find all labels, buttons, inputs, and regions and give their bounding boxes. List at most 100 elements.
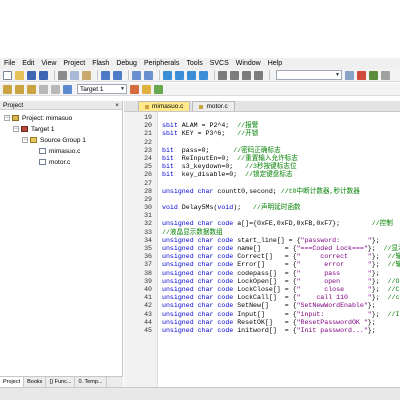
expand-toggle-icon[interactable]: − [4, 115, 10, 121]
line-number: 38 [144, 269, 152, 277]
code-line: 29 [124, 196, 400, 204]
new-file-icon[interactable] [3, 70, 12, 80]
code-text: unsigned char code LockCall[] = {" call … [162, 294, 400, 302]
find-in-files-icon[interactable] [345, 70, 354, 80]
code-text: unsigned char code ResetOK[] = {"ResetPa… [162, 318, 376, 326]
menu-peripherals[interactable]: Peripherals [144, 60, 179, 67]
bookmark-prev-icon[interactable] [175, 70, 184, 80]
menu-edit[interactable]: Edit [22, 60, 34, 67]
uncomment-icon[interactable] [254, 70, 263, 80]
code-text: //液晶显示数据数组 [162, 228, 223, 236]
code-editor: mimasuo.c motor.c 19 20 sbit ALAM = P2^4; /… [124, 101, 400, 387]
line-number: 22 [144, 138, 152, 146]
tree-item[interactable]: − Project: mimasuo [4, 113, 72, 123]
menu-tools[interactable]: Tools [186, 60, 202, 67]
menu-project[interactable]: Project [63, 60, 85, 67]
redo-icon[interactable] [113, 70, 122, 80]
target-options-icon[interactable] [130, 84, 139, 94]
bookmark-icon[interactable] [163, 70, 172, 80]
close-icon[interactable]: × [115, 102, 119, 109]
panel-tab[interactable]: {} Func... [46, 377, 76, 387]
code-line: 26 bit key_disable=0; //锁定键盘标志 [124, 171, 400, 179]
code-line: 21 sbit KEY = P3^6; //开锁 [124, 130, 400, 138]
line-number: 25 [144, 163, 152, 171]
menu-help[interactable]: Help [268, 60, 282, 67]
folder-icon [30, 137, 37, 143]
open-folder-icon[interactable] [15, 70, 24, 80]
expand-toggle-icon[interactable]: − [13, 126, 19, 132]
copy-icon[interactable] [70, 70, 79, 80]
editor-tab-label: mimasuo.c [152, 103, 184, 110]
menu-flash[interactable]: Flash [92, 60, 109, 67]
target-select[interactable]: Target 1 ▼ [77, 84, 127, 94]
target-icon [21, 126, 28, 132]
line-number: 39 [144, 277, 152, 285]
line-number: 36 [144, 253, 152, 261]
line-number: 41 [144, 294, 152, 302]
translate-icon[interactable] [3, 84, 12, 94]
bookmark-next-icon[interactable] [187, 70, 196, 80]
tree-item[interactable]: motor.c [31, 157, 70, 167]
nav-back-icon[interactable] [132, 70, 141, 80]
line-number: 21 [144, 130, 152, 138]
batch-build-icon[interactable] [39, 84, 48, 94]
menu-debug[interactable]: Debug [116, 60, 137, 67]
tree-item[interactable]: mimasuo.c [31, 146, 80, 156]
debug-start-icon[interactable] [357, 70, 366, 80]
line-number: 34 [144, 236, 152, 244]
tree-item[interactable]: − Target 1 [13, 124, 55, 134]
download-icon[interactable] [63, 84, 72, 94]
manage-project-icon[interactable] [142, 84, 151, 94]
undo-icon[interactable] [101, 70, 110, 80]
menu-file[interactable]: File [4, 60, 15, 67]
line-number: 45 [144, 326, 152, 334]
menu-svcs[interactable]: SVCS [210, 60, 229, 67]
panel-tab[interactable]: 0. Temp... [75, 377, 107, 387]
config-icon[interactable] [369, 70, 378, 80]
target-select-value: Target 1 [80, 85, 104, 93]
indent-icon[interactable] [218, 70, 227, 80]
line-number: 32 [144, 220, 152, 228]
editor-tab[interactable]: motor.c [192, 101, 235, 111]
unindent-icon[interactable] [230, 70, 239, 80]
find-combo[interactable]: ▼ [276, 70, 342, 80]
line-number: 26 [144, 171, 152, 179]
line-number: 24 [144, 154, 152, 162]
code-line: 30 void Delay5Ms(void); //声明延时函数 [124, 204, 400, 212]
stop-build-icon[interactable] [51, 84, 60, 94]
menu-view[interactable]: View [41, 60, 56, 67]
nav-forward-icon[interactable] [144, 70, 153, 80]
panel-tab[interactable]: Books [24, 377, 47, 387]
code-text: bit ReInputEn=0; //重置输入允许标志 [162, 154, 298, 162]
line-number: 40 [144, 285, 152, 293]
tree-item[interactable]: − Source Group 1 [22, 135, 86, 145]
code-text: unsigned char code initword[] = {"Init p… [162, 326, 376, 334]
code-line: 39 unsigned char code LockOpen[] = {" ope… [124, 278, 400, 286]
code-text: bit key_disable=0; //锁定键盘标志 [162, 171, 293, 179]
main-toolbar: ▼ [0, 69, 400, 82]
file-icon [39, 159, 46, 165]
editor-tabs: mimasuo.c motor.c [124, 101, 400, 112]
rebuild-icon[interactable] [27, 84, 36, 94]
code-line: 33 //液晶显示数据数组 [124, 229, 400, 237]
pack-installer-icon[interactable] [154, 84, 163, 94]
window-icon[interactable] [381, 70, 390, 80]
code-area[interactable]: 19 20 sbit ALAM = P2^4; //报警 21 sbit KEY = P… [124, 112, 400, 387]
paste-icon[interactable] [82, 70, 91, 80]
cut-icon[interactable] [58, 70, 67, 80]
menu-window[interactable]: Window [236, 60, 261, 67]
code-line: 38 unsigned char code codepass[] = {" pas… [124, 270, 400, 278]
code-line: 19 [124, 114, 400, 122]
line-number: 42 [144, 302, 152, 310]
code-line: 42 unsigned char code SetNew[] = {"SetNew… [124, 302, 400, 310]
save-icon[interactable] [27, 70, 36, 80]
comment-icon[interactable] [242, 70, 251, 80]
tree-item-label: mimasuo.c [49, 147, 81, 155]
save-all-icon[interactable] [39, 70, 48, 80]
bookmark-clear-icon[interactable] [199, 70, 208, 80]
panel-tab[interactable]: Project [0, 377, 25, 387]
code-text: unsigned char code name[] = {"===Coded L… [162, 245, 400, 252]
expand-toggle-icon[interactable]: − [22, 137, 28, 143]
editor-tab[interactable]: mimasuo.c [138, 101, 191, 111]
build-icon[interactable] [15, 84, 24, 94]
